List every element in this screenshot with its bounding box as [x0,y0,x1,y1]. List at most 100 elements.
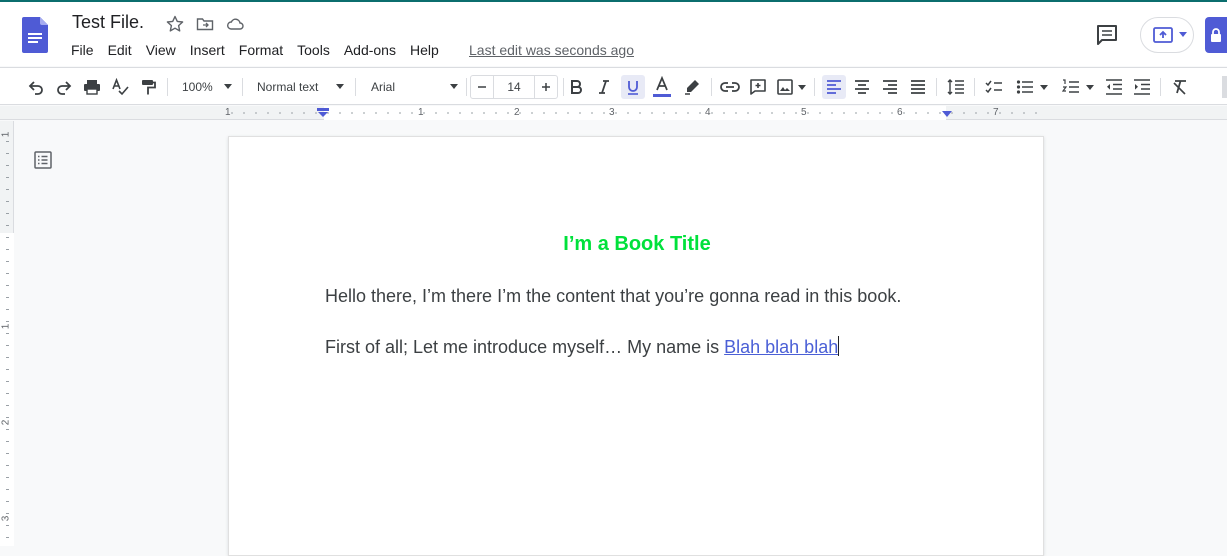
highlight-icon [685,80,699,95]
vruler-tick [6,381,9,382]
vruler-tick [6,309,9,310]
toolbar-separator [936,78,937,96]
bold-button[interactable] [565,75,587,99]
vruler-text-area [0,233,14,546]
toolbar-separator [711,78,712,96]
left-indent-marker-icon[interactable] [317,108,329,118]
increase-font-size-button[interactable] [534,75,558,99]
insert-image-button[interactable] [774,75,808,99]
docs-logo-icon[interactable] [22,17,48,53]
chevron-down-icon [798,84,806,90]
chevron-down-icon [1179,32,1187,37]
increase-indent-icon [1134,79,1150,95]
numbered-list-button[interactable] [1058,75,1098,99]
vruler-tick [6,357,9,358]
vertical-ruler[interactable]: 1 1 2 3 [0,121,14,546]
book-title-heading[interactable]: I’m a Book Title [229,233,1045,256]
star-icon[interactable] [165,14,185,34]
align-center-button[interactable] [850,75,874,99]
insert-link-button[interactable] [718,75,742,99]
vruler-tick [6,405,9,406]
menu-file[interactable]: File [64,40,101,60]
font-select[interactable]: Arial [364,75,462,99]
paragraph-2-text[interactable]: First of all; Let me introduce myself… M… [325,337,724,357]
ruler-number: 5 [801,107,807,118]
bullet-list-button[interactable] [1012,75,1052,99]
increase-indent-button[interactable] [1130,75,1154,99]
menu-addons[interactable]: Add-ons [337,40,403,60]
clear-formatting-button[interactable] [1168,75,1192,99]
vruler-tick [6,537,9,538]
toolbar-separator [355,78,356,96]
horizontal-ruler[interactable]: 1 1 2 3 4 5 6 7 [0,106,1227,120]
vruler-tick [6,477,9,478]
checklist-icon [985,80,1002,94]
bold-icon [571,80,582,94]
zoom-value: 100% [182,80,213,94]
paint-format-button[interactable] [136,75,160,99]
toolbar-separator [814,78,815,96]
menu-format[interactable]: Format [232,40,290,60]
inline-link[interactable]: Blah blah blah [724,337,838,357]
ruler-number: 3 [609,107,615,118]
vruler-tick [6,237,9,238]
justify-button[interactable] [906,75,930,99]
font-size-input[interactable]: 14 [493,75,535,99]
line-spacing-button[interactable] [944,75,968,99]
comment-icon[interactable] [1094,22,1120,48]
vruler-tick [6,369,9,370]
style-select[interactable]: Normal text [250,75,348,99]
decrease-font-size-button[interactable] [470,75,494,99]
vruler-tick [6,273,9,274]
last-edit-link[interactable]: Last edit was seconds ago [469,42,634,58]
move-folder-icon[interactable] [195,14,215,34]
vruler-tick [6,429,9,430]
highlight-button[interactable] [680,75,704,99]
menu-edit[interactable]: Edit [101,40,139,60]
vruler-tick [6,297,9,298]
vruler-tick [6,249,9,250]
toolbar-separator [563,78,564,96]
header: Test File. File Edit View Insert Format … [0,2,1227,66]
right-indent-marker-icon[interactable] [941,110,953,118]
cloud-icon[interactable] [225,14,245,34]
menu-tools[interactable]: Tools [290,40,337,60]
italic-icon [599,80,609,94]
decrease-indent-button[interactable] [1102,75,1126,99]
menu-help[interactable]: Help [403,40,446,60]
redo-button[interactable] [52,75,76,99]
undo-icon [28,81,43,95]
vruler-tick [6,489,9,490]
undo-button[interactable] [24,75,48,99]
vruler-tick [6,501,9,502]
checklist-button[interactable] [982,75,1006,99]
clear-format-icon [1173,80,1186,95]
paragraph-1[interactable]: Hello there, I’m there I’m the content t… [325,286,901,307]
line-spacing-icon [947,79,964,95]
text-color-button[interactable] [650,75,674,99]
zoom-select[interactable]: 100% [176,75,236,99]
menu-view[interactable]: View [139,40,183,60]
document-title[interactable]: Test File. [72,12,144,33]
minus-icon [478,86,486,88]
toolbar-separator [974,78,975,96]
vruler-tick [6,225,9,226]
ruler-number: 6 [897,107,903,118]
document-page[interactable]: I’m a Book Title Hello there, I’m there … [228,136,1044,556]
present-button[interactable] [1140,17,1194,53]
vruler-tick [6,513,9,514]
print-button[interactable] [80,75,104,99]
align-left-button[interactable] [822,75,846,99]
menu-insert[interactable]: Insert [183,40,232,60]
outline-icon[interactable] [33,150,53,170]
spellcheck-button[interactable] [108,75,132,99]
insert-comment-button[interactable] [746,75,770,99]
underline-button[interactable] [621,75,645,99]
decrease-indent-icon [1106,79,1122,95]
vruler-number: 2 [0,419,12,426]
italic-button[interactable] [593,75,615,99]
paragraph-2[interactable]: First of all; Let me introduce myself… M… [325,336,840,358]
align-right-button[interactable] [878,75,902,99]
toolbar-separator [167,78,168,96]
share-button[interactable] [1205,17,1227,53]
